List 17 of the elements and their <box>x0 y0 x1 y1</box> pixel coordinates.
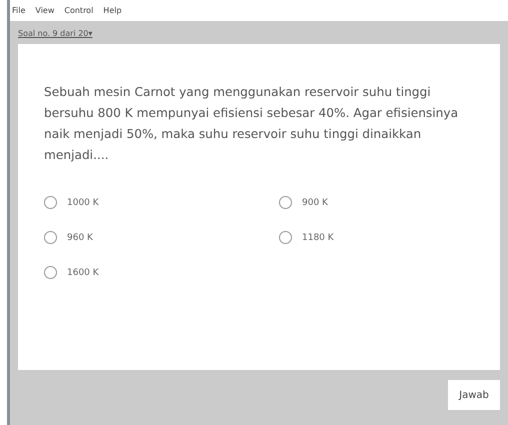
answer-option[interactable]: 1600 K <box>44 266 279 279</box>
radio-button[interactable] <box>44 231 57 244</box>
question-text: Sebuah mesin Carnot yang menggunakan reservoir suhu tinggi bersuhu 800 K mempunyai efisiensi sebesar 40%. Agar efisiensinya naik menjadi 50%, maka suhu reservoir suhu tinggi dinaikkan menjadi.... <box>44 84 460 164</box>
answer-option[interactable]: 900 K <box>279 196 482 209</box>
submit-button[interactable]: Jawab <box>448 380 500 410</box>
menu-item[interactable]: Help <box>103 6 122 15</box>
menu-item[interactable]: View <box>35 6 54 15</box>
menu-item[interactable]: Control <box>64 6 94 15</box>
radio-button[interactable] <box>279 196 292 209</box>
answer-option[interactable]: 1180 K <box>279 231 482 244</box>
radio-button[interactable] <box>44 196 57 209</box>
question-dropdown[interactable]: Soal no. 9 dari 20▾ <box>18 29 92 38</box>
menu-item[interactable]: File <box>12 6 26 15</box>
answer-option[interactable]: 960 K <box>44 231 279 244</box>
radio-button[interactable] <box>279 231 292 244</box>
answer-option[interactable]: 1000 K <box>44 196 279 209</box>
radio-button[interactable] <box>44 266 57 279</box>
